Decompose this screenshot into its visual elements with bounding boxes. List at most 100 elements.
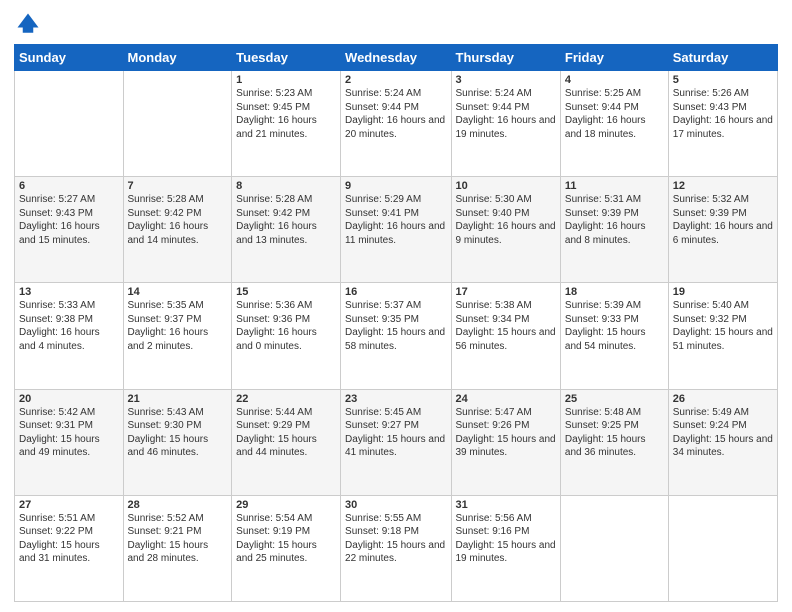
day-number: 15 bbox=[236, 286, 336, 298]
calendar-cell: 25Sunrise: 5:48 AM Sunset: 9:25 PM Dayli… bbox=[560, 389, 668, 495]
weekday-header-row: SundayMondayTuesdayWednesdayThursdayFrid… bbox=[15, 45, 778, 71]
day-info: Sunrise: 5:27 AM Sunset: 9:43 PM Dayligh… bbox=[19, 193, 119, 247]
day-number: 3 bbox=[456, 74, 556, 86]
calendar-cell: 12Sunrise: 5:32 AM Sunset: 9:39 PM Dayli… bbox=[668, 177, 777, 283]
day-number: 13 bbox=[19, 286, 119, 298]
day-info: Sunrise: 5:24 AM Sunset: 9:44 PM Dayligh… bbox=[345, 87, 446, 141]
logo bbox=[14, 10, 46, 38]
day-info: Sunrise: 5:32 AM Sunset: 9:39 PM Dayligh… bbox=[673, 193, 773, 247]
calendar-cell: 4Sunrise: 5:25 AM Sunset: 9:44 PM Daylig… bbox=[560, 71, 668, 177]
day-info: Sunrise: 5:35 AM Sunset: 9:37 PM Dayligh… bbox=[128, 299, 228, 353]
day-info: Sunrise: 5:38 AM Sunset: 9:34 PM Dayligh… bbox=[456, 299, 556, 353]
day-number: 26 bbox=[673, 393, 773, 405]
calendar-cell: 28Sunrise: 5:52 AM Sunset: 9:21 PM Dayli… bbox=[123, 495, 232, 601]
calendar-cell: 15Sunrise: 5:36 AM Sunset: 9:36 PM Dayli… bbox=[232, 283, 341, 389]
week-row-1: 1Sunrise: 5:23 AM Sunset: 9:45 PM Daylig… bbox=[15, 71, 778, 177]
day-info: Sunrise: 5:55 AM Sunset: 9:18 PM Dayligh… bbox=[345, 512, 446, 566]
day-info: Sunrise: 5:26 AM Sunset: 9:43 PM Dayligh… bbox=[673, 87, 773, 141]
calendar-cell: 24Sunrise: 5:47 AM Sunset: 9:26 PM Dayli… bbox=[451, 389, 560, 495]
day-number: 20 bbox=[19, 393, 119, 405]
day-number: 2 bbox=[345, 74, 446, 86]
calendar-cell: 16Sunrise: 5:37 AM Sunset: 9:35 PM Dayli… bbox=[341, 283, 451, 389]
day-info: Sunrise: 5:31 AM Sunset: 9:39 PM Dayligh… bbox=[565, 193, 664, 247]
weekday-header-monday: Monday bbox=[123, 45, 232, 71]
day-info: Sunrise: 5:45 AM Sunset: 9:27 PM Dayligh… bbox=[345, 406, 446, 460]
day-number: 6 bbox=[19, 180, 119, 192]
day-info: Sunrise: 5:33 AM Sunset: 9:38 PM Dayligh… bbox=[19, 299, 119, 353]
weekday-header-sunday: Sunday bbox=[15, 45, 124, 71]
calendar-cell: 6Sunrise: 5:27 AM Sunset: 9:43 PM Daylig… bbox=[15, 177, 124, 283]
calendar-cell bbox=[668, 495, 777, 601]
day-info: Sunrise: 5:23 AM Sunset: 9:45 PM Dayligh… bbox=[236, 87, 336, 141]
day-number: 19 bbox=[673, 286, 773, 298]
day-number: 27 bbox=[19, 499, 119, 511]
calendar-cell: 3Sunrise: 5:24 AM Sunset: 9:44 PM Daylig… bbox=[451, 71, 560, 177]
calendar-cell bbox=[560, 495, 668, 601]
weekday-header-wednesday: Wednesday bbox=[341, 45, 451, 71]
day-info: Sunrise: 5:49 AM Sunset: 9:24 PM Dayligh… bbox=[673, 406, 773, 460]
calendar-cell: 7Sunrise: 5:28 AM Sunset: 9:42 PM Daylig… bbox=[123, 177, 232, 283]
day-number: 31 bbox=[456, 499, 556, 511]
calendar-cell: 21Sunrise: 5:43 AM Sunset: 9:30 PM Dayli… bbox=[123, 389, 232, 495]
day-number: 28 bbox=[128, 499, 228, 511]
logo-icon bbox=[14, 10, 42, 38]
day-number: 17 bbox=[456, 286, 556, 298]
day-info: Sunrise: 5:44 AM Sunset: 9:29 PM Dayligh… bbox=[236, 406, 336, 460]
day-number: 24 bbox=[456, 393, 556, 405]
day-number: 14 bbox=[128, 286, 228, 298]
day-info: Sunrise: 5:47 AM Sunset: 9:26 PM Dayligh… bbox=[456, 406, 556, 460]
day-info: Sunrise: 5:28 AM Sunset: 9:42 PM Dayligh… bbox=[128, 193, 228, 247]
weekday-header-thursday: Thursday bbox=[451, 45, 560, 71]
day-number: 25 bbox=[565, 393, 664, 405]
calendar-cell: 1Sunrise: 5:23 AM Sunset: 9:45 PM Daylig… bbox=[232, 71, 341, 177]
day-number: 29 bbox=[236, 499, 336, 511]
calendar-cell: 14Sunrise: 5:35 AM Sunset: 9:37 PM Dayli… bbox=[123, 283, 232, 389]
day-number: 9 bbox=[345, 180, 446, 192]
header bbox=[14, 10, 778, 38]
calendar-cell: 30Sunrise: 5:55 AM Sunset: 9:18 PM Dayli… bbox=[341, 495, 451, 601]
day-number: 22 bbox=[236, 393, 336, 405]
day-info: Sunrise: 5:39 AM Sunset: 9:33 PM Dayligh… bbox=[565, 299, 664, 353]
day-info: Sunrise: 5:30 AM Sunset: 9:40 PM Dayligh… bbox=[456, 193, 556, 247]
day-info: Sunrise: 5:28 AM Sunset: 9:42 PM Dayligh… bbox=[236, 193, 336, 247]
calendar-table: SundayMondayTuesdayWednesdayThursdayFrid… bbox=[14, 44, 778, 602]
day-number: 11 bbox=[565, 180, 664, 192]
day-number: 18 bbox=[565, 286, 664, 298]
day-info: Sunrise: 5:29 AM Sunset: 9:41 PM Dayligh… bbox=[345, 193, 446, 247]
day-info: Sunrise: 5:37 AM Sunset: 9:35 PM Dayligh… bbox=[345, 299, 446, 353]
day-info: Sunrise: 5:42 AM Sunset: 9:31 PM Dayligh… bbox=[19, 406, 119, 460]
week-row-2: 6Sunrise: 5:27 AM Sunset: 9:43 PM Daylig… bbox=[15, 177, 778, 283]
calendar-cell: 2Sunrise: 5:24 AM Sunset: 9:44 PM Daylig… bbox=[341, 71, 451, 177]
day-info: Sunrise: 5:36 AM Sunset: 9:36 PM Dayligh… bbox=[236, 299, 336, 353]
day-info: Sunrise: 5:54 AM Sunset: 9:19 PM Dayligh… bbox=[236, 512, 336, 566]
calendar-cell: 20Sunrise: 5:42 AM Sunset: 9:31 PM Dayli… bbox=[15, 389, 124, 495]
weekday-header-tuesday: Tuesday bbox=[232, 45, 341, 71]
day-number: 12 bbox=[673, 180, 773, 192]
day-number: 10 bbox=[456, 180, 556, 192]
calendar-cell: 9Sunrise: 5:29 AM Sunset: 9:41 PM Daylig… bbox=[341, 177, 451, 283]
day-number: 16 bbox=[345, 286, 446, 298]
day-number: 21 bbox=[128, 393, 228, 405]
calendar-cell bbox=[123, 71, 232, 177]
calendar-cell: 13Sunrise: 5:33 AM Sunset: 9:38 PM Dayli… bbox=[15, 283, 124, 389]
calendar-cell: 26Sunrise: 5:49 AM Sunset: 9:24 PM Dayli… bbox=[668, 389, 777, 495]
day-number: 4 bbox=[565, 74, 664, 86]
day-info: Sunrise: 5:56 AM Sunset: 9:16 PM Dayligh… bbox=[456, 512, 556, 566]
calendar-cell: 11Sunrise: 5:31 AM Sunset: 9:39 PM Dayli… bbox=[560, 177, 668, 283]
day-number: 30 bbox=[345, 499, 446, 511]
week-row-4: 20Sunrise: 5:42 AM Sunset: 9:31 PM Dayli… bbox=[15, 389, 778, 495]
calendar-cell: 17Sunrise: 5:38 AM Sunset: 9:34 PM Dayli… bbox=[451, 283, 560, 389]
calendar-cell: 29Sunrise: 5:54 AM Sunset: 9:19 PM Dayli… bbox=[232, 495, 341, 601]
day-number: 23 bbox=[345, 393, 446, 405]
calendar-cell: 27Sunrise: 5:51 AM Sunset: 9:22 PM Dayli… bbox=[15, 495, 124, 601]
calendar-cell: 8Sunrise: 5:28 AM Sunset: 9:42 PM Daylig… bbox=[232, 177, 341, 283]
day-number: 7 bbox=[128, 180, 228, 192]
calendar-cell: 5Sunrise: 5:26 AM Sunset: 9:43 PM Daylig… bbox=[668, 71, 777, 177]
day-number: 8 bbox=[236, 180, 336, 192]
calendar-cell: 22Sunrise: 5:44 AM Sunset: 9:29 PM Dayli… bbox=[232, 389, 341, 495]
day-info: Sunrise: 5:25 AM Sunset: 9:44 PM Dayligh… bbox=[565, 87, 664, 141]
day-number: 1 bbox=[236, 74, 336, 86]
day-info: Sunrise: 5:48 AM Sunset: 9:25 PM Dayligh… bbox=[565, 406, 664, 460]
day-number: 5 bbox=[673, 74, 773, 86]
page: SundayMondayTuesdayWednesdayThursdayFrid… bbox=[0, 0, 792, 612]
